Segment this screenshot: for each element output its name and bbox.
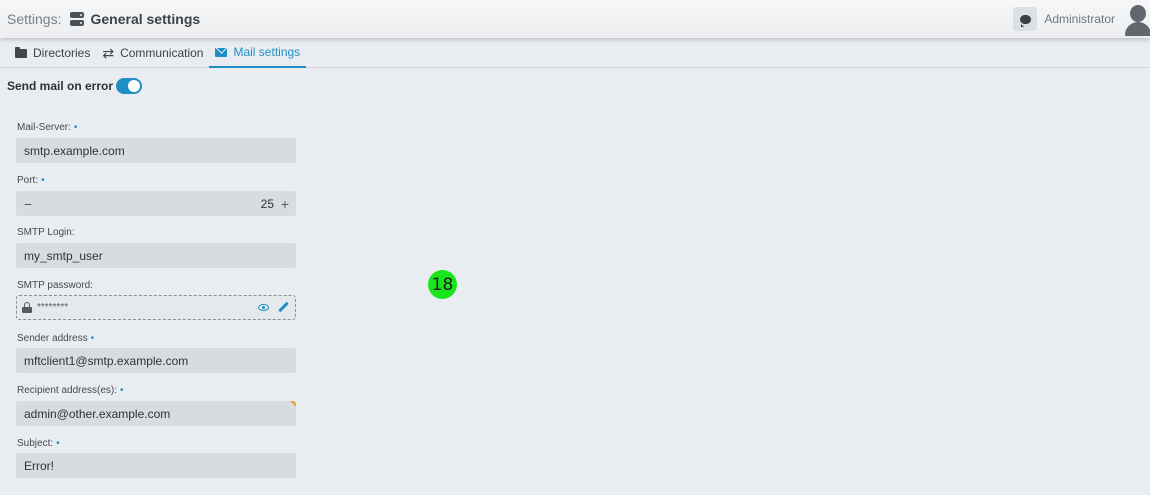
smtp-login-input[interactable]: my_smtp_user xyxy=(16,243,296,268)
recipient-address-label-text: Recipient address(es): xyxy=(17,385,118,396)
avatar-head xyxy=(1130,5,1146,22)
recipient-address-input[interactable]: admin@other.example.com xyxy=(16,401,296,426)
folder-open-icon xyxy=(15,46,27,58)
lock-icon xyxy=(22,302,32,313)
smtp-password-label: SMTP password: xyxy=(17,280,93,291)
required-mark: • xyxy=(90,333,95,344)
subject-input[interactable]: Error! xyxy=(16,453,296,478)
required-mark: • xyxy=(120,385,124,396)
tab-communication[interactable]: ⇄ Communication xyxy=(96,38,209,68)
chat-bubble-icon xyxy=(1019,14,1031,27)
tab-directories[interactable]: Directories xyxy=(9,38,96,68)
user-avatar[interactable] xyxy=(1124,2,1150,36)
smtp-password-input[interactable]: ******** xyxy=(16,295,296,320)
chat-button[interactable] xyxy=(1013,7,1038,31)
subject-value: Error! xyxy=(24,458,54,473)
tab-mail-settings[interactable]: Mail settings xyxy=(209,38,307,68)
smtp-password-value: ******** xyxy=(37,302,69,313)
resize-corner-icon xyxy=(290,401,296,407)
eye-icon[interactable] xyxy=(258,304,269,311)
recipient-address-label: Recipient address(es): • xyxy=(17,385,124,396)
required-mark: • xyxy=(41,175,45,186)
send-mail-toggle-row: Send mail on error xyxy=(7,78,143,94)
mail-server-label-text: Mail-Server: xyxy=(17,122,71,133)
user-name[interactable]: Administrator xyxy=(1044,12,1115,26)
sender-address-label-text: Sender address xyxy=(17,333,88,344)
required-mark: • xyxy=(73,122,78,133)
exchange-arrows-icon: ⇄ xyxy=(102,44,115,61)
port-stepper[interactable]: − 25 + xyxy=(16,191,296,216)
smtp-login-label-text: SMTP Login: xyxy=(17,227,75,238)
tab-communication-label: Communication xyxy=(120,46,204,60)
sender-address-input[interactable]: mftclient1@smtp.example.com xyxy=(16,348,296,373)
smtp-login-value: my_smtp_user xyxy=(24,248,103,263)
recipient-address-value: admin@other.example.com xyxy=(24,406,171,421)
required-mark: • xyxy=(56,438,60,449)
step-marker: 18 xyxy=(428,270,457,299)
subject-label-text: Subject: xyxy=(17,438,54,449)
mail-server-label: Mail-Server: • xyxy=(17,122,77,133)
smtp-password-label-text: SMTP password: xyxy=(17,280,93,291)
tab-mail-settings-label: Mail settings xyxy=(233,45,301,59)
header-right: Administrator xyxy=(1013,0,1150,38)
port-label-text: Port: xyxy=(17,175,39,186)
top-header: Settings: General settings Administrator xyxy=(0,0,1150,38)
breadcrumb-prefix: Settings: xyxy=(7,11,62,27)
smtp-login-label: SMTP Login: xyxy=(17,227,75,238)
page-title: General settings xyxy=(90,11,201,27)
send-mail-toggle[interactable] xyxy=(116,78,143,94)
pencil-icon[interactable] xyxy=(278,302,289,313)
tab-directories-label: Directories xyxy=(33,46,91,60)
settings-tabs: Directories ⇄ Communication Mail setting… xyxy=(0,38,1150,68)
send-mail-toggle-label: Send mail on error xyxy=(7,79,114,93)
avatar-body xyxy=(1125,22,1150,36)
port-value: 25 xyxy=(260,196,274,211)
port-decrement-button[interactable]: − xyxy=(16,196,40,212)
toggle-knob xyxy=(128,80,141,92)
port-increment-button[interactable]: + xyxy=(274,196,296,212)
mail-server-value: smtp.example.com xyxy=(24,143,125,158)
sender-address-label: Sender address • xyxy=(17,333,94,344)
server-icon xyxy=(70,12,85,26)
port-label: Port: • xyxy=(17,175,45,186)
envelope-icon xyxy=(215,47,228,57)
subject-label: Subject: • xyxy=(17,438,60,449)
sender-address-value: mftclient1@smtp.example.com xyxy=(24,353,189,368)
mail-server-input[interactable]: smtp.example.com xyxy=(16,138,296,163)
